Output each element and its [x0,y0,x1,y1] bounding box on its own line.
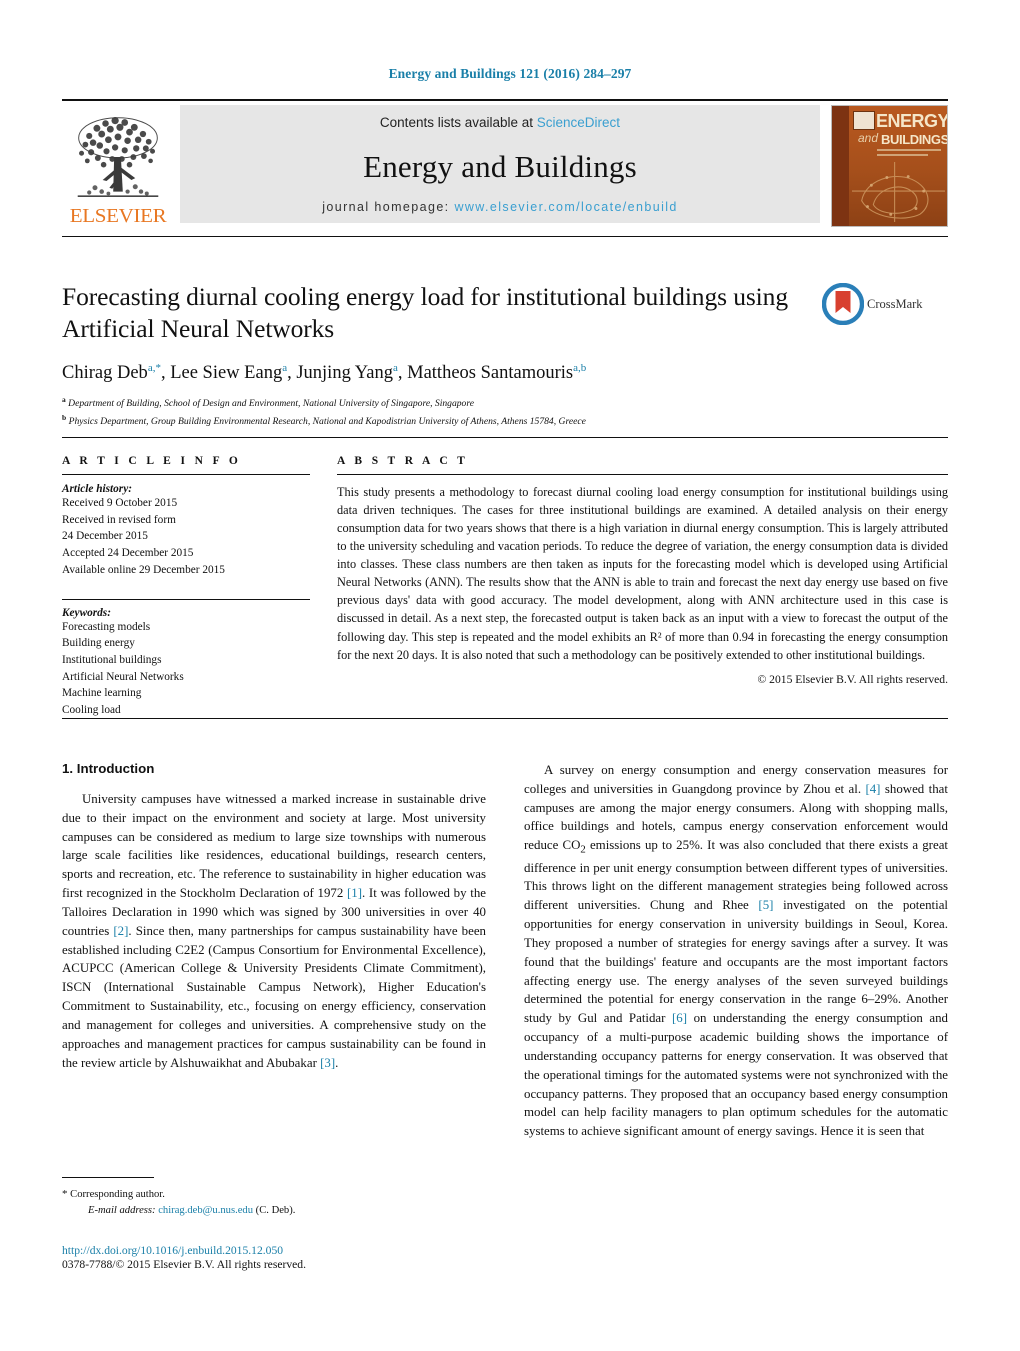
keyword-item: Machine learning [62,687,142,700]
corresponding-author-marker: * [62,1188,68,1200]
journal-masthead: ELSEVIER Contents lists available at Sci… [62,99,948,227]
elsevier-tree-icon [77,116,159,197]
body-columns: 1. Introduction University campuses have… [62,718,948,1141]
keyword-item: Cooling load [62,704,121,717]
article-history-item: 24 December 2015 [62,530,148,543]
email-label: E-mail address: [88,1204,156,1216]
cover-spine [832,106,849,226]
title-row: Forecasting diurnal cooling energy load … [62,281,948,345]
body-column-right: A survey on energy consumption and energ… [524,761,948,1141]
article-info-column: A R T I C L E I N F O Article history: R… [62,455,310,719]
journal-cover-block: ENERGY and BUILDINGS [826,105,948,227]
keyword-item: Institutional buildings [62,654,162,667]
homepage-link[interactable]: www.elsevier.com/locate/enbuild [454,200,677,214]
keywords-rule [62,598,310,600]
section-heading-introduction: 1. Introduction [62,761,155,776]
crossmark-icon [822,283,864,325]
elsevier-wordmark: ELSEVIER [69,205,167,227]
affiliation-b: b Physics Department, Group Building Env… [62,412,948,430]
running-head: Energy and Buildings 121 (2016) 284–297 [388,66,632,81]
cover-diagram-icon [852,162,945,223]
keywords-block: Keywords: Forecasting models Building en… [62,598,310,719]
corresponding-author-text: Corresponding author. [70,1189,165,1200]
info-abstract-section: A R T I C L E I N F O Article history: R… [62,437,948,719]
corresponding-author-line: * Corresponding author. [62,1186,486,1203]
author-list: Chirag Deba,*, Lee Siew Eanga, Junjing Y… [62,361,587,383]
email-line: E-mail address: chirag.deb@u.nus.edu (C.… [62,1203,486,1219]
homepage-prefix: journal homepage: [322,200,450,214]
contents-available-line: Contents lists available at ScienceDirec… [380,115,620,130]
body-column-left: 1. Introduction University campuses have… [62,761,486,1141]
intro-paragraph-left: University campuses have witnessed a mar… [62,792,486,1070]
cover-subtitle-lines [877,149,941,160]
affiliation-text-b: Physics Department, Group Building Envir… [68,415,586,427]
sciencedirect-band: Contents lists available at ScienceDirec… [180,105,820,223]
contents-prefix: Contents lists available at [379,115,534,130]
keyword-item: Artificial Neural Networks [62,670,184,683]
article-history-item: Received 9 October 2015 [62,497,178,509]
abstract-heading: A B S T R A C T [337,455,469,467]
affiliation-marker-a: a [62,395,66,405]
abstract-rule [337,474,948,475]
abstract-text: This study presents a methodology to for… [337,485,948,662]
article-page: Energy and Buildings 121 (2016) 284–297 [0,0,1020,1351]
crossmark-label: CrossMark [867,296,923,311]
email-link[interactable]: chirag.deb@u.nus.edu [158,1205,253,1216]
cover-badge-icon [853,111,875,130]
doi-link[interactable]: http://dx.doi.org/10.1016/j.enbuild.2015… [62,1244,562,1257]
footnote-block: * Corresponding author. E-mail address: … [62,1177,486,1219]
elsevier-logo-block: ELSEVIER [62,105,174,227]
keywords-title: Keywords: [62,606,111,619]
page-title: Forecasting diurnal cooling energy load … [62,282,788,343]
journal-title: Energy and Buildings [363,148,637,184]
sciencedirect-link[interactable]: ScienceDirect [537,115,620,130]
article-history-item: Accepted 24 December 2015 [62,547,194,560]
keyword-item: Building energy [62,637,135,650]
issn-copyright-line: 0378-7788/© 2015 Elsevier B.V. All right… [62,1258,306,1271]
abstract-copyright: © 2015 Elsevier B.V. All rights reserved… [757,672,948,686]
keyword-item: Forecasting models [62,620,151,633]
journal-homepage-line: journal homepage: www.elsevier.com/locat… [322,200,678,214]
title-section: Forecasting diurnal cooling energy load … [62,236,948,429]
affiliation-marker-b: b [62,412,67,422]
article-info-rule [62,474,310,475]
cover-title-buildings: BUILDINGS [881,132,948,147]
article-history-item: Available online 29 December 2015 [62,563,225,576]
cover-title-energy: ENERGY [876,111,948,131]
affiliation-a: a Department of Building, School of Desi… [62,394,948,412]
affiliations: a Department of Building, School of Desi… [62,394,948,429]
article-history-title: Article history: [62,483,132,495]
intro-paragraph-right: A survey on energy consumption and energ… [524,763,948,1139]
crossmark-badge[interactable]: CrossMark [822,283,923,325]
article-info-heading: A R T I C L E I N F O [62,455,242,467]
doi-block: http://dx.doi.org/10.1016/j.enbuild.2015… [62,1244,562,1271]
affiliation-text-a: Department of Building, School of Design… [68,398,474,410]
email-suffix: (C. Deb). [255,1204,296,1216]
article-history-item: Received in revised form [62,513,176,526]
journal-cover-thumbnail: ENERGY and BUILDINGS [831,105,948,227]
abstract-column: A B S T R A C T This study presents a me… [337,455,948,719]
footnote-rule [62,1177,154,1178]
cover-title-and: and [858,131,879,145]
